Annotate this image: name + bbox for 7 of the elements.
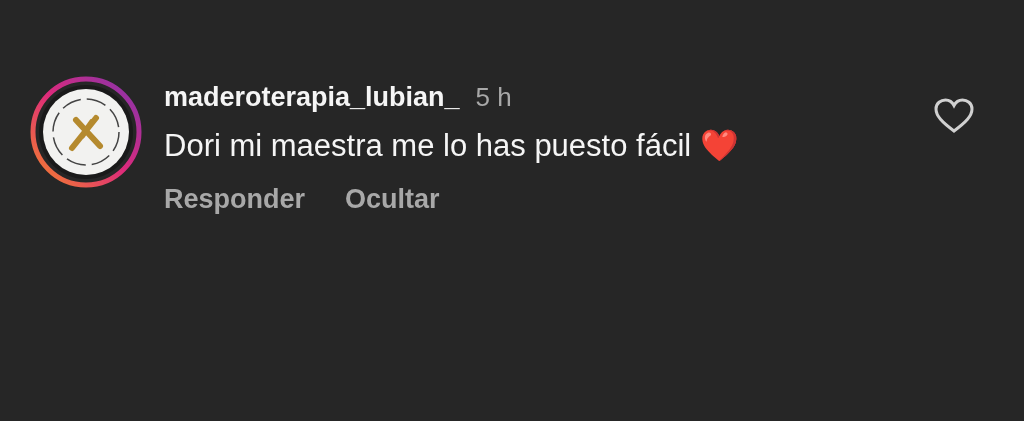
- comment-text: Dori mi maestra me lo has puesto fácil ❤: [164, 127, 740, 164]
- action-link[interactable]: Responder: [164, 184, 306, 215]
- username[interactable]: maderoterapia_lubian_: [164, 82, 460, 113]
- avatar-icon[interactable]: [30, 76, 142, 188]
- heart-icon[interactable]: [934, 98, 974, 134]
- timestamp: 5 h: [475, 82, 512, 113]
- action-link[interactable]: Ocultar: [345, 184, 440, 215]
